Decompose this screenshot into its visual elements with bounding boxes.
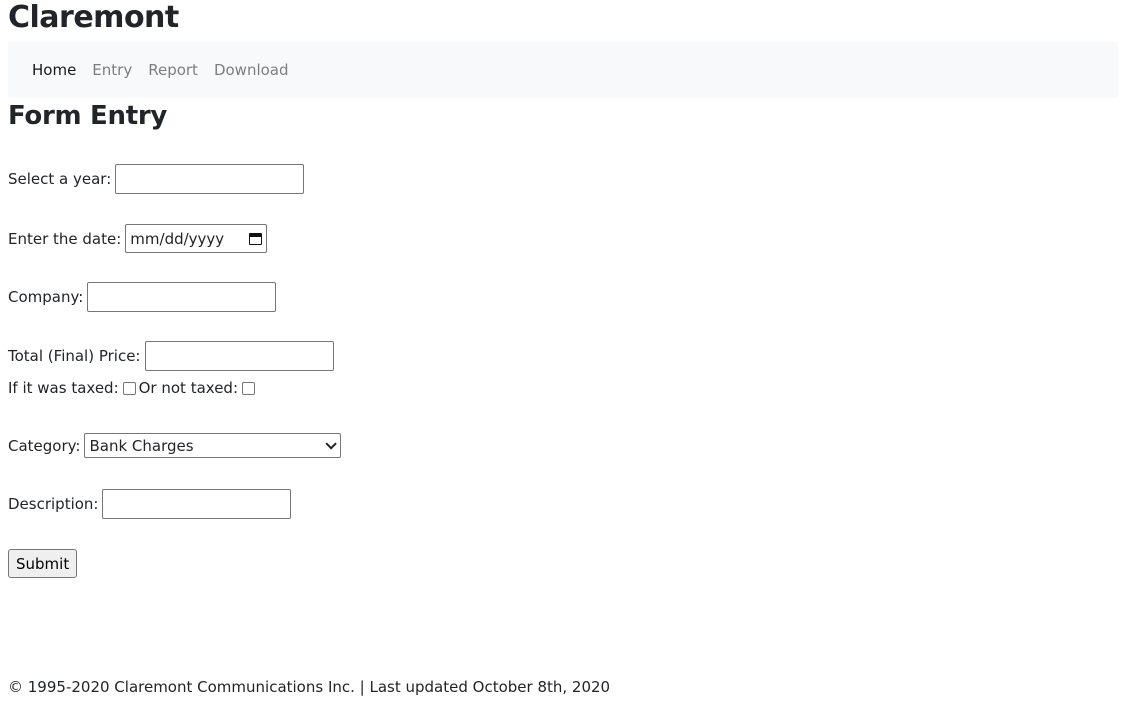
price-input[interactable] [144, 341, 334, 371]
chevron-down-icon [325, 437, 338, 450]
company-label: Company: [8, 288, 84, 306]
nav-item-report[interactable]: Report [140, 61, 206, 79]
company-row: Company: [8, 282, 277, 312]
description-row: Description: [8, 489, 292, 519]
site-title: Claremont [8, 0, 179, 35]
year-input[interactable] [115, 164, 305, 194]
date-placeholder: mm/dd/yyyy [130, 229, 225, 248]
footer-text: © 1995-2020 Claremont Communications Inc… [8, 678, 611, 696]
year-row: Select a year: [8, 164, 305, 194]
description-label: Description: [8, 495, 99, 513]
price-label: Total (Final) Price: [8, 347, 141, 365]
top-navbar: Home Entry Report Download [8, 42, 1118, 98]
date-label: Enter the date: [8, 229, 122, 248]
company-input[interactable] [87, 282, 277, 312]
submit-button[interactable]: Submit [8, 549, 78, 578]
not-taxed-checkbox[interactable] [242, 381, 255, 395]
form-title: Form Entry [8, 101, 168, 131]
category-row: Category: Bank Charges [8, 433, 342, 458]
category-selected-value: Bank Charges [89, 436, 194, 455]
nav-item-entry[interactable]: Entry [84, 61, 140, 79]
year-label: Select a year: [8, 170, 112, 188]
tax-row: If it was taxed: Or not taxed: [8, 377, 258, 399]
date-input[interactable]: mm/dd/yyyy [125, 224, 268, 253]
taxed-label: If it was taxed: [8, 379, 119, 397]
nav-list: Home Entry Report Download [8, 58, 297, 82]
price-row: Total (Final) Price: [8, 341, 334, 371]
nav-item-home[interactable]: Home [24, 61, 84, 79]
date-row: Enter the date: mm/dd/yyyy [8, 224, 268, 253]
description-input[interactable] [102, 489, 292, 519]
taxed-checkbox[interactable] [122, 381, 136, 395]
category-label: Category: [8, 436, 81, 455]
not-taxed-label: Or not taxed: [138, 379, 238, 397]
category-select[interactable]: Bank Charges [84, 433, 342, 458]
calendar-icon[interactable] [249, 232, 263, 245]
nav-item-download[interactable]: Download [206, 61, 297, 79]
